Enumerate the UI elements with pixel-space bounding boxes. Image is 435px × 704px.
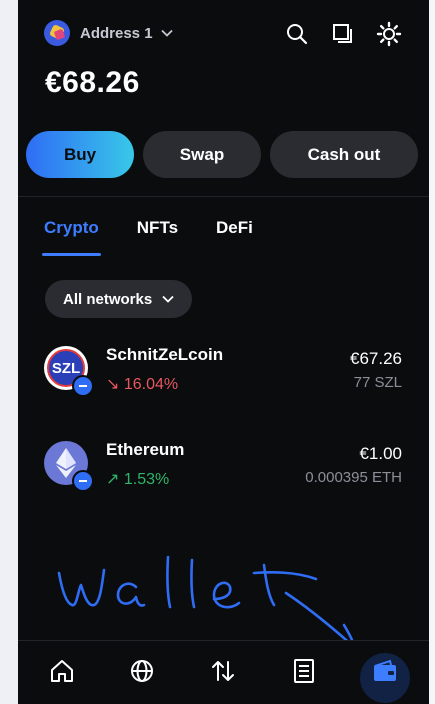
settings-icon[interactable] (375, 20, 403, 48)
swap-button[interactable]: Swap (143, 131, 261, 178)
total-balance: €68.26 (45, 66, 140, 99)
tab-nfts[interactable]: NFTs (137, 218, 178, 256)
chevron-down-icon (162, 292, 174, 306)
network-badge-icon (72, 375, 94, 397)
asset-tabs: Crypto NFTs DeFi (42, 218, 253, 256)
transfer-icon[interactable] (207, 655, 239, 687)
asset-name: SchnitZeLcoin (106, 345, 224, 364)
address-avatar (44, 20, 70, 46)
page-background-right (429, 0, 435, 704)
buy-button[interactable]: Buy (26, 131, 134, 178)
action-buttons: Buy Swap Cash out (26, 131, 418, 178)
wallet-icon[interactable] (369, 655, 401, 687)
asset-amount: 0.000395 ETH (305, 469, 402, 486)
asset-change: ↗ 1.53% (106, 471, 170, 488)
page-background-left (0, 0, 18, 704)
globe-icon[interactable] (126, 655, 158, 687)
asset-value: €1.00 (359, 444, 402, 463)
network-filter-button[interactable]: All networks (45, 280, 193, 318)
asset-row[interactable]: SZL SchnitZeLcoin ↘ 16.04% €67.26 77 SZL (18, 343, 429, 409)
network-filter-label: All networks (63, 290, 153, 308)
divider (18, 196, 429, 197)
chevron-down-icon (160, 26, 173, 40)
asset-name: Ethereum (106, 440, 185, 459)
wallet-screen: Address 1 €68.26 Buy Swap Cash out Crypt… (18, 0, 429, 704)
network-badge-icon (72, 470, 94, 492)
address-selector[interactable]: Address 1 (44, 20, 173, 46)
asset-change: ↘ 16.04% (106, 376, 179, 393)
top-bar: Address 1 (18, 12, 429, 56)
tab-crypto[interactable]: Crypto (42, 218, 101, 256)
bottom-navigation (18, 640, 429, 704)
search-icon[interactable] (283, 20, 311, 48)
address-label: Address 1 (80, 24, 153, 42)
activity-list-icon[interactable] (288, 655, 320, 687)
asset-row[interactable]: Ethereum ↗ 1.53% €1.00 0.000395 ETH (18, 438, 429, 504)
cash-out-button[interactable]: Cash out (270, 131, 418, 178)
tab-defi[interactable]: DeFi (216, 218, 253, 256)
home-icon[interactable] (46, 655, 78, 687)
asset-amount: 77 SZL (353, 374, 402, 391)
copy-icon[interactable] (329, 20, 357, 48)
asset-value: €67.26 (350, 349, 402, 368)
